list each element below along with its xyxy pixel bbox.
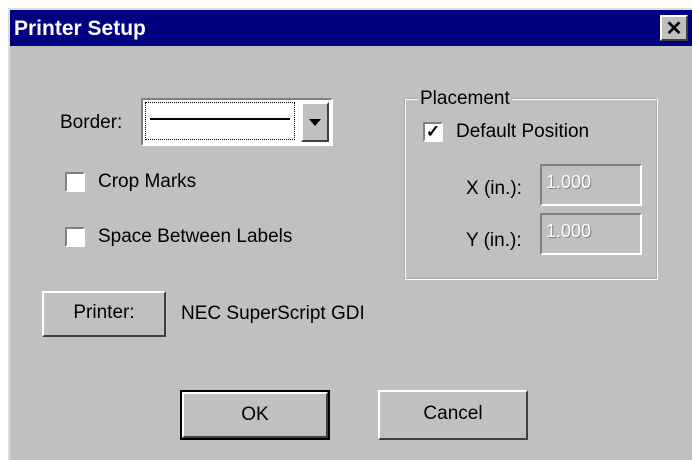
ok-button-label: OK — [241, 404, 269, 425]
y-position-field[interactable]: 1.000 — [540, 213, 642, 255]
default-position-label: Default Position — [456, 121, 590, 142]
printer-button-label: Printer: — [73, 302, 135, 323]
cancel-button[interactable]: Cancel — [378, 390, 528, 440]
ok-button-face: OK — [182, 392, 328, 438]
border-select[interactable] — [141, 98, 333, 146]
ok-button[interactable]: OK — [180, 390, 330, 440]
border-label: Border: — [60, 112, 123, 133]
crop-marks-label: Crop Marks — [98, 171, 197, 192]
title-bar[interactable]: Printer Setup ✕ — [10, 10, 692, 46]
checkmark-icon: ✓ — [425, 122, 441, 141]
y-position-label: Y (in.): — [466, 230, 522, 251]
printer-button[interactable]: Printer: — [42, 291, 166, 337]
space-between-labels-checkbox[interactable] — [65, 227, 85, 247]
border-line-preview — [150, 118, 290, 120]
dialog-title: Printer Setup — [14, 17, 146, 40]
space-between-labels-label: Space Between Labels — [98, 226, 293, 247]
close-button[interactable]: ✕ — [660, 15, 688, 41]
x-position-field[interactable]: 1.000 — [540, 164, 642, 206]
cancel-button-label: Cancel — [423, 403, 483, 424]
border-selected-value — [145, 102, 295, 140]
crop-marks-checkbox[interactable] — [65, 172, 85, 192]
printer-setup-dialog: Printer Setup ✕ Border: Crop Marks Space… — [8, 8, 692, 460]
placement-legend: Placement — [418, 88, 512, 110]
close-icon: ✕ — [665, 18, 683, 40]
x-position-label: X (in.): — [466, 178, 522, 199]
chevron-down-icon — [309, 119, 321, 126]
border-dropdown-button[interactable] — [301, 102, 329, 142]
default-position-checkbox[interactable]: ✓ — [423, 122, 443, 142]
printer-name: NEC SuperScript GDI — [181, 303, 365, 324]
